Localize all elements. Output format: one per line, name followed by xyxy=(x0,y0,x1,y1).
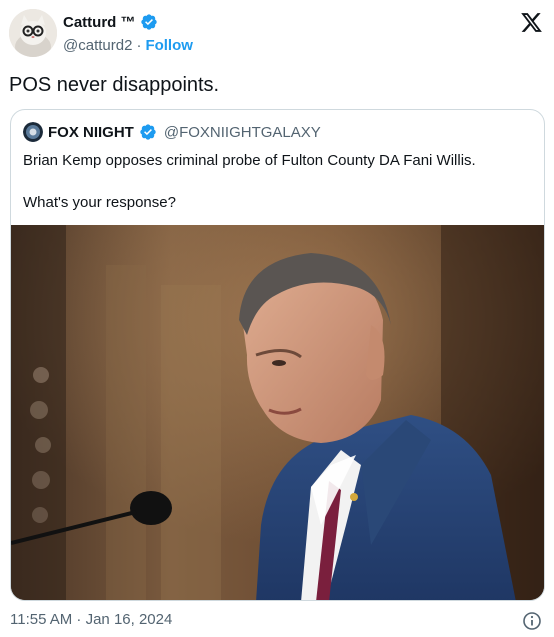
quoted-text-line: What's your response? xyxy=(23,194,176,211)
verified-badge-icon xyxy=(140,13,158,31)
tweet-timestamp[interactable]: 11:55 AM · Jan 16, 2024 xyxy=(10,611,172,628)
x-logo-icon[interactable] xyxy=(519,11,544,34)
tweet-footer: 11:55 AM · Jan 16, 2024 xyxy=(0,601,554,637)
quoted-author-handle[interactable]: @FOXNIIGHTGALAXY xyxy=(164,124,321,141)
author-handle-row: @catturd2 · Follow xyxy=(63,37,193,54)
quoted-photo[interactable] xyxy=(11,225,544,600)
author-avatar[interactable] xyxy=(9,9,57,57)
tweet-text: POS never disappoints. xyxy=(9,74,220,96)
quoted-tweet-card[interactable]: FOX NIIGHT @FOXNIIGHTGALAXY Brian Kemp o… xyxy=(10,109,545,601)
author-handle[interactable]: @catturd2 xyxy=(63,37,132,54)
separator-dot: · xyxy=(136,37,142,54)
verified-badge-icon xyxy=(139,123,157,141)
info-icon[interactable] xyxy=(522,611,542,631)
quoted-text-line: Brian Kemp opposes criminal probe of Ful… xyxy=(23,152,476,169)
quoted-header: FOX NIIGHT @FOXNIIGHTGALAXY xyxy=(23,122,321,142)
author-name-row[interactable]: Catturd ™ xyxy=(63,13,158,31)
author-name[interactable]: Catturd ™ xyxy=(63,14,136,31)
quoted-avatar[interactable] xyxy=(23,122,43,142)
follow-button[interactable]: Follow xyxy=(145,37,193,54)
quoted-author-name[interactable]: FOX NIIGHT xyxy=(48,124,134,141)
tweet-header: Catturd ™ @catturd2 · Follow xyxy=(0,0,554,66)
